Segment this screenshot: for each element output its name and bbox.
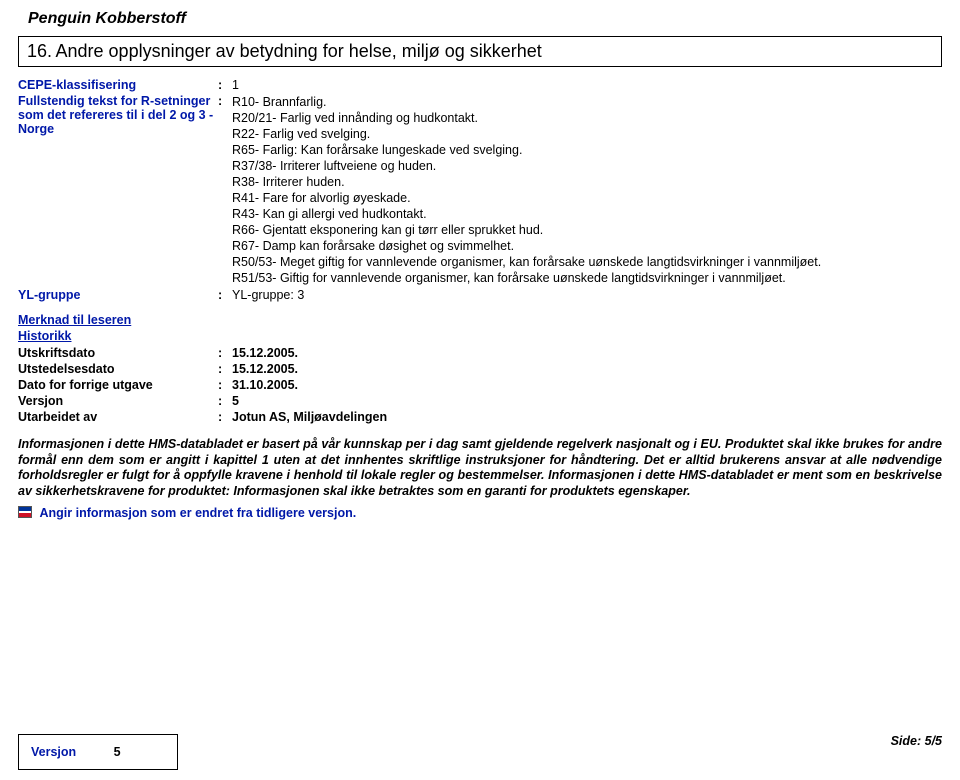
label-utskriftsdato: Utskriftsdato: [18, 345, 218, 361]
version-label: Versjon: [31, 745, 76, 759]
row-yl-gruppe: YL-gruppe : YL-gruppe: 3: [18, 287, 942, 303]
value-utstedelsesdato: 15.12.2005.: [232, 361, 942, 377]
r-line: R20/21- Farlig ved innånding og hudkonta…: [232, 110, 942, 126]
subheader-historikk: Historikk: [18, 329, 942, 343]
colon: :: [218, 409, 232, 425]
section-header-box: 16. Andre opplysninger av betydning for …: [18, 36, 942, 67]
change-indicator-line: Angir informasjon som er endret fra tidl…: [18, 506, 942, 520]
label-r-sentences: Fullstendig tekst for R-setninger som de…: [18, 93, 218, 287]
value-utskriftsdato: 15.12.2005.: [232, 345, 942, 361]
value-cepe: 1: [232, 77, 942, 93]
row-r-sentences: Fullstendig tekst for R-setninger som de…: [18, 93, 942, 287]
colon: :: [218, 361, 232, 377]
row-utskriftsdato: Utskriftsdato : 15.12.2005.: [18, 345, 942, 361]
page-number: Side: 5/5: [891, 734, 942, 748]
row-forrige-utgave: Dato for forrige utgave : 31.10.2005.: [18, 377, 942, 393]
r-line: R50/53- Meget giftig for vannlevende org…: [232, 254, 942, 270]
colon: :: [218, 393, 232, 409]
r-line: R65- Farlig: Kan forårsake lungeskade ve…: [232, 142, 942, 158]
value-yl-gruppe: YL-gruppe: 3: [232, 287, 942, 303]
r-line: R37/38- Irriterer luftveiene og huden.: [232, 158, 942, 174]
value-utarbeidet-av: Jotun AS, Miljøavdelingen: [232, 409, 942, 425]
r-line: R43- Kan gi allergi ved hudkontakt.: [232, 206, 942, 222]
disclaimer-paragraph: Informasjonen i dette HMS-databladet er …: [18, 437, 942, 500]
value-forrige-utgave: 31.10.2005.: [232, 377, 942, 393]
row-utstedelsesdato: Utstedelsesdato : 15.12.2005.: [18, 361, 942, 377]
r-line: R41- Fare for alvorlig øyeskade.: [232, 190, 942, 206]
colon: :: [218, 287, 232, 303]
r-line: R10- Brannfarlig.: [232, 94, 942, 110]
label-utstedelsesdato: Utstedelsesdato: [18, 361, 218, 377]
colon: :: [218, 377, 232, 393]
r-line: R38- Irriterer huden.: [232, 174, 942, 190]
label-yl-gruppe: YL-gruppe: [18, 287, 218, 303]
version-number: 5: [114, 745, 121, 759]
page-footer: Side: 5/5 Versjon 5: [18, 734, 942, 770]
version-box: Versjon 5: [18, 734, 178, 770]
value-r-sentences: R10- Brannfarlig. R20/21- Farlig ved inn…: [232, 93, 942, 287]
row-versjon: Versjon : 5: [18, 393, 942, 409]
section-title: Andre opplysninger av betydning for hels…: [56, 41, 542, 61]
r-line: R51/53- Giftig for vannlevende organisme…: [232, 270, 942, 286]
r-line: R66- Gjentatt eksponering kan gi tørr el…: [232, 222, 942, 238]
row-utarbeidet-av: Utarbeidet av : Jotun AS, Miljøavdelinge…: [18, 409, 942, 425]
product-title: Penguin Kobberstoff: [18, 8, 942, 32]
colon: :: [218, 93, 232, 287]
flag-icon: [18, 506, 32, 518]
r-line: R67- Damp kan forårsake døsighet og svim…: [232, 238, 942, 254]
history-table: Utskriftsdato : 15.12.2005. Utstedelsesd…: [18, 345, 942, 425]
colon: :: [218, 345, 232, 361]
label-versjon: Versjon: [18, 393, 218, 409]
change-indicator-text: Angir informasjon som er endret fra tidl…: [39, 506, 356, 520]
label-forrige-utgave: Dato for forrige utgave: [18, 377, 218, 393]
classification-table: CEPE-klassifisering : 1 Fullstendig teks…: [18, 77, 942, 303]
colon: :: [218, 77, 232, 93]
row-cepe: CEPE-klassifisering : 1: [18, 77, 942, 93]
subheader-merknad: Merknad til leseren: [18, 313, 942, 327]
section-number: 16.: [27, 41, 52, 61]
value-versjon: 5: [232, 393, 942, 409]
label-utarbeidet-av: Utarbeidet av: [18, 409, 218, 425]
label-cepe: CEPE-klassifisering: [18, 77, 218, 93]
r-line: R22- Farlig ved svelging.: [232, 126, 942, 142]
